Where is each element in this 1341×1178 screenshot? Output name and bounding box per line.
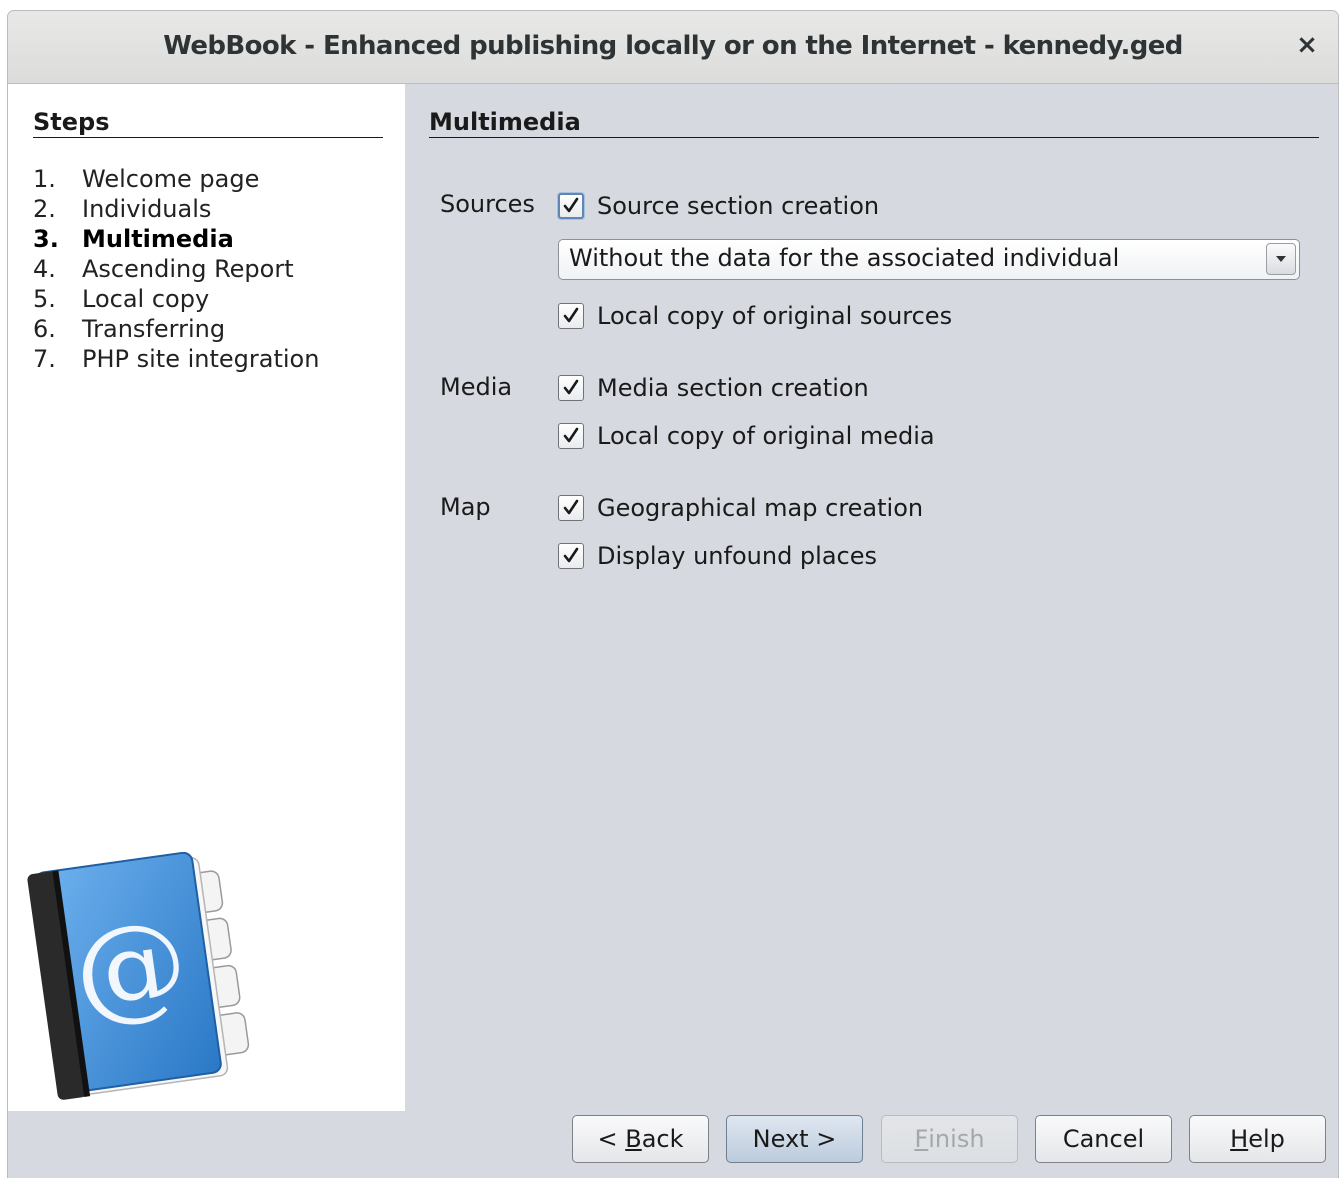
step-label: Transferring (82, 315, 226, 343)
back-button[interactable]: < Back (572, 1115, 709, 1163)
step-item: 2. Individuals (33, 194, 319, 224)
map-creation-checkbox[interactable] (558, 495, 584, 521)
step-label: PHP site integration (82, 345, 320, 373)
map-creation-label: Geographical map creation (597, 494, 924, 522)
title-bar[interactable]: WebBook - Enhanced publishing locally or… (8, 11, 1338, 84)
check-mark-icon (563, 379, 579, 395)
svg-text:@: @ (66, 895, 195, 1039)
step-item: 5. Local copy (33, 284, 319, 314)
local-media-checkbox[interactable] (558, 423, 584, 449)
check-mark-icon (563, 499, 579, 515)
source-data-dropdown[interactable]: Without the data for the associated indi… (558, 239, 1300, 280)
finish-button[interactable]: Finish (881, 1115, 1018, 1163)
step-number: 7. (33, 345, 56, 373)
help-button[interactable]: Help (1189, 1115, 1326, 1163)
source-section-checkbox[interactable] (558, 193, 584, 219)
step-item-current: 3. Multimedia (33, 224, 319, 254)
close-icon[interactable]: × (1292, 30, 1322, 60)
step-number: 2. (33, 195, 56, 223)
back-button-suffix: ack (641, 1125, 684, 1153)
multimedia-panel: Multimedia Sources Source section creati… (429, 84, 1319, 984)
panel-title: Multimedia (429, 108, 1319, 138)
help-button-mnemonic: H (1230, 1125, 1249, 1153)
sources-label: Sources (440, 190, 535, 218)
step-number: 6. (33, 315, 56, 343)
unfound-places-checkbox[interactable] (558, 543, 584, 569)
local-media-label: Local copy of original media (597, 422, 935, 450)
window-title: WebBook - Enhanced publishing locally or… (163, 31, 1183, 61)
step-label: Ascending Report (82, 255, 294, 283)
steps-list: 1. Welcome page 2. Individuals 3. Multimedi… (33, 164, 319, 374)
media-section-label: Media section creation (597, 374, 869, 402)
local-sources-checkbox[interactable] (558, 303, 584, 329)
check-mark-icon (563, 427, 579, 443)
step-item: 1. Welcome page (33, 164, 319, 194)
step-number: 3. (33, 225, 59, 253)
step-item: 7. PHP site integration (33, 344, 319, 374)
back-button-prefix: < (597, 1125, 626, 1153)
local-sources-label: Local copy of original sources (597, 302, 953, 330)
step-number: 4. (33, 255, 56, 283)
cancel-button[interactable]: Cancel (1035, 1115, 1172, 1163)
media-section-checkbox-row[interactable]: Media section creation (558, 372, 869, 404)
wizard-window: WebBook - Enhanced publishing locally or… (7, 10, 1339, 1178)
unfound-places-checkbox-row[interactable]: Display unfound places (558, 540, 877, 572)
back-button-mnemonic: B (625, 1125, 642, 1153)
map-creation-checkbox-row[interactable]: Geographical map creation (558, 492, 923, 524)
finish-button-suffix: inish (928, 1125, 985, 1153)
check-mark-icon (563, 197, 579, 213)
step-number: 1. (33, 165, 56, 193)
source-section-checkbox-row[interactable]: Source section creation (558, 190, 879, 222)
address-book-icon: @ (27, 852, 250, 1100)
next-button[interactable]: Next > (726, 1115, 863, 1163)
finish-button-mnemonic: F (914, 1125, 929, 1153)
step-label: Multimedia (82, 225, 234, 253)
steps-panel: Steps 1. Welcome page 2. Individuals 3. Mul… (8, 84, 405, 1111)
steps-heading: Steps (33, 108, 383, 138)
local-sources-checkbox-row[interactable]: Local copy of original sources (558, 300, 952, 332)
help-button-suffix: elp (1248, 1125, 1285, 1153)
check-mark-icon (563, 307, 579, 323)
dropdown-value: Without the data for the associated indi… (569, 244, 1120, 272)
source-section-label: Source section creation (597, 192, 880, 220)
step-label: Welcome page (82, 165, 260, 193)
step-item: 6. Transferring (33, 314, 319, 344)
media-section-checkbox[interactable] (558, 375, 584, 401)
map-label: Map (440, 493, 491, 521)
chevron-down-icon[interactable] (1266, 243, 1296, 275)
step-label: Local copy (82, 285, 210, 313)
step-label: Individuals (82, 195, 212, 223)
unfound-places-label: Display unfound places (597, 542, 878, 570)
step-number: 5. (33, 285, 56, 313)
media-label: Media (440, 373, 513, 401)
step-item: 4. Ascending Report (33, 254, 319, 284)
check-mark-icon (563, 547, 579, 563)
local-media-checkbox-row[interactable]: Local copy of original media (558, 420, 935, 452)
